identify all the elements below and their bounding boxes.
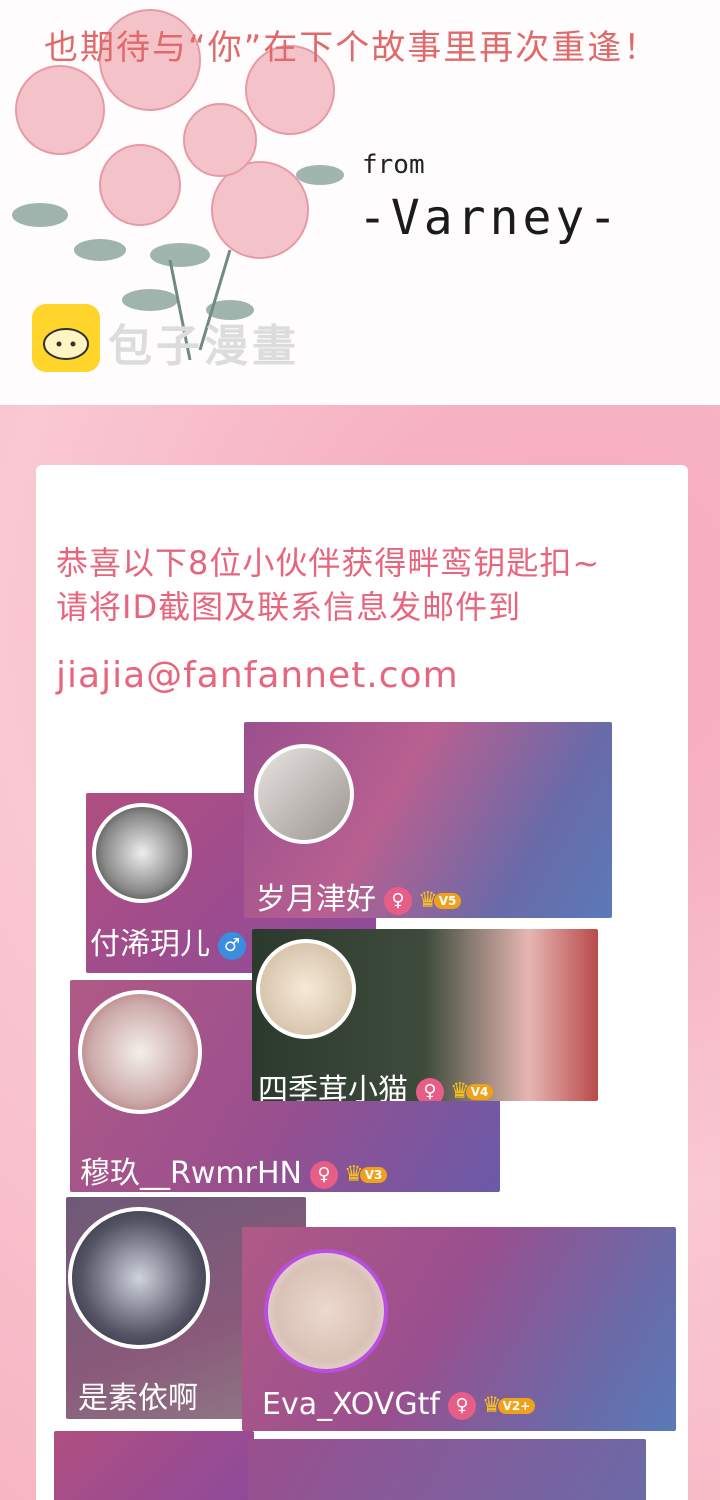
announcement-line-2: 请将ID截图及联系信息发邮件到 bbox=[56, 588, 522, 626]
watermark-text: 包子漫畫 bbox=[108, 321, 300, 372]
female-icon: ♀ bbox=[309, 1160, 338, 1189]
avatar bbox=[92, 803, 192, 903]
female-icon: ♀ bbox=[447, 1391, 476, 1420]
avatar bbox=[78, 990, 202, 1114]
announcement-line-1: 恭喜以下8位小伙伴获得畔鸾钥匙扣~ bbox=[56, 544, 601, 582]
avatar bbox=[256, 939, 356, 1039]
announcement-text: 恭喜以下8位小伙伴获得畔鸾钥匙扣~ 请将ID截图及联系信息发邮件到 bbox=[56, 541, 696, 629]
vip-level-badge: V3 bbox=[359, 1166, 388, 1183]
winner-name: 是素依啊 bbox=[78, 1381, 198, 1416]
winner-card: Eva_XOVGtf ♀ ♛V2+ bbox=[242, 1227, 676, 1431]
winner-name: 岁月津好 bbox=[256, 882, 376, 917]
winner-card: 四季茸小猫 ♀ ♛V4 bbox=[252, 929, 598, 1101]
winner-card bbox=[54, 1431, 254, 1500]
vip-level-badge: V4 bbox=[465, 1083, 494, 1100]
avatar bbox=[264, 1249, 388, 1373]
avatar bbox=[68, 1207, 210, 1349]
winner-card: 岁月津好 ♀ ♛V5 bbox=[244, 722, 612, 918]
winner-name: 付浠玥儿 bbox=[90, 927, 210, 962]
winner-card bbox=[248, 1439, 646, 1500]
female-icon: ♀ bbox=[384, 886, 412, 915]
giveaway-panel: 恭喜以下8位小伙伴获得畔鸾钥匙扣~ 请将ID截图及联系信息发邮件到 jiajia… bbox=[0, 405, 720, 1500]
author-note-panel: 也期待与“你”在下个故事里再次重逢！ from -Varney- 包子漫畫 bbox=[0, 0, 720, 405]
author-signature: -Varney- bbox=[358, 190, 622, 246]
male-icon: ♂ bbox=[218, 931, 246, 960]
closing-message: 也期待与“你”在下个故事里再次重逢！ bbox=[44, 28, 660, 68]
winner-name: 四季茸小猫 bbox=[258, 1073, 408, 1101]
vip-level-badge: V5 bbox=[433, 892, 462, 909]
female-icon: ♀ bbox=[416, 1077, 444, 1101]
avatar bbox=[254, 744, 354, 844]
winner-name: 穆玖__RwmrHN bbox=[80, 1156, 302, 1191]
bun-logo-icon bbox=[32, 304, 100, 372]
winner-name: Eva_XOVGtf bbox=[262, 1387, 440, 1422]
contact-email[interactable]: jiajia@fanfannet.com bbox=[56, 655, 459, 696]
from-label: from bbox=[362, 150, 425, 180]
vip-level-badge: V2+ bbox=[497, 1397, 536, 1414]
